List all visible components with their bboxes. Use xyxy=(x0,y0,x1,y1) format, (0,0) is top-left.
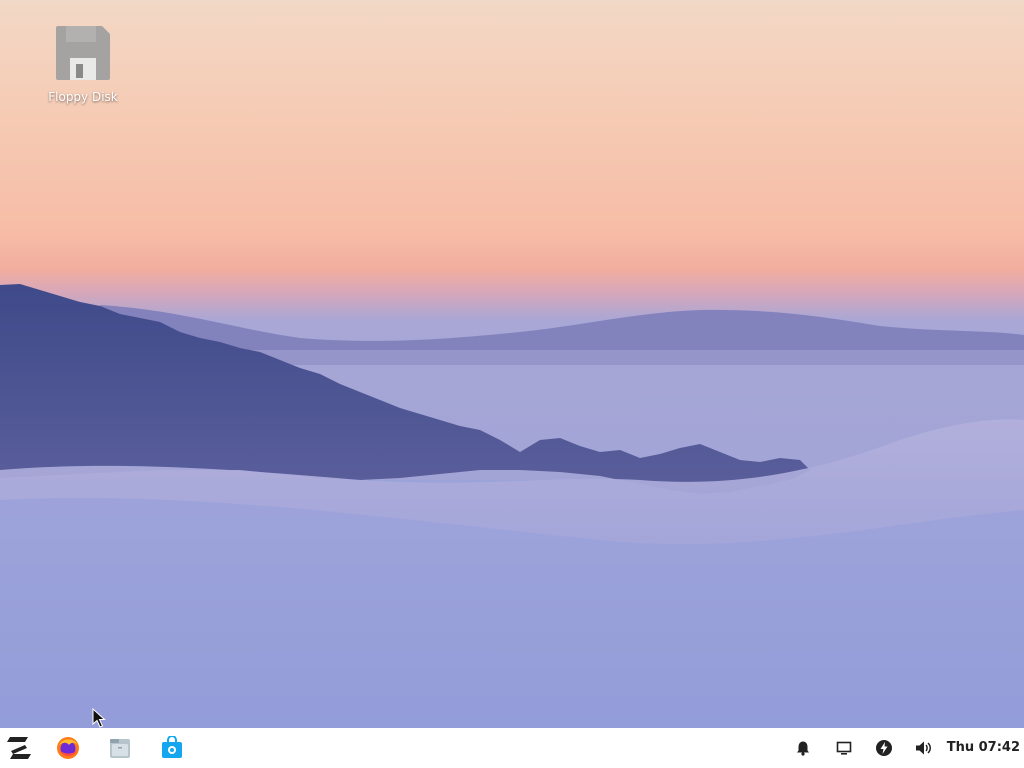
desktop-icon-label: Floppy Disk xyxy=(48,90,118,104)
wallpaper xyxy=(0,284,1024,728)
power-icon xyxy=(876,740,892,756)
software-store-icon xyxy=(162,736,182,758)
files-icon xyxy=(110,739,130,758)
zorin-menu-button[interactable] xyxy=(5,734,33,762)
desktop[interactable]: Floppy Disk xyxy=(0,0,1024,728)
notifications-button[interactable] xyxy=(789,734,817,762)
zorin-logo-icon xyxy=(7,737,31,759)
firefox-icon xyxy=(57,737,79,759)
desktop-icon-floppy-disk[interactable]: Floppy Disk xyxy=(40,24,126,104)
volume-icon xyxy=(916,741,931,755)
power-button[interactable] xyxy=(870,734,898,762)
bell-icon xyxy=(797,741,809,756)
floppy-disk-icon xyxy=(54,24,112,82)
firefox-button[interactable] xyxy=(54,734,82,762)
files-button[interactable] xyxy=(106,734,134,762)
volume-button[interactable] xyxy=(910,734,938,762)
display-icon xyxy=(836,741,852,755)
taskbar: Thu 07:42 xyxy=(0,728,1024,768)
software-store-button[interactable] xyxy=(158,734,186,762)
clock[interactable]: Thu 07:42 xyxy=(947,728,1020,768)
display-button[interactable] xyxy=(830,734,858,762)
